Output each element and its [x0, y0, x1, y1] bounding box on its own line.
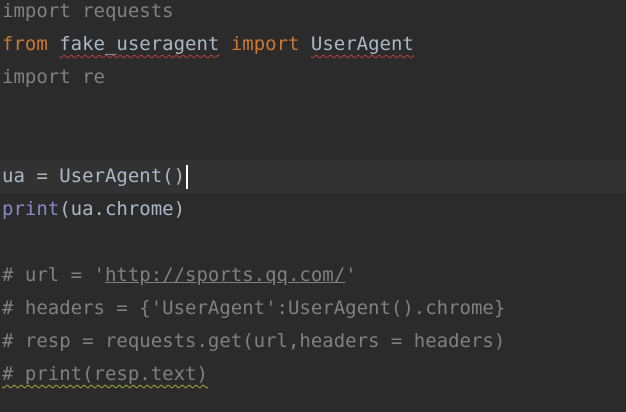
comment-text: # headers = {'UserAgent':UserAgent().chr…: [2, 297, 506, 319]
code-line-6[interactable]: # url = 'http://sports.qq.com/': [0, 259, 626, 292]
keyword-from: from: [2, 33, 48, 55]
code-line-4[interactable]: ua = UserAgent(): [0, 160, 626, 193]
comment-url-link[interactable]: http://sports.qq.com/: [105, 264, 345, 286]
comment-text: # resp = requests.get(url,headers = head…: [2, 330, 506, 352]
call-arguments: (ua.chrome): [59, 198, 186, 220]
code-line-3[interactable]: import re: [0, 61, 626, 94]
code-statement: ua = UserAgent(): [2, 165, 186, 187]
imported-name: UserAgent: [310, 33, 414, 55]
code-editor[interactable]: import requests from fake_useragent impo…: [0, 0, 626, 412]
code-line-8[interactable]: # resp = requests.get(url,headers = head…: [0, 325, 626, 358]
code-line-9[interactable]: # print(resp.text): [0, 358, 626, 391]
comment-suffix: ': [345, 264, 357, 286]
comment-text: # print(resp.text): [2, 363, 208, 385]
keyword-import: import: [2, 66, 71, 88]
code-line-5[interactable]: print(ua.chrome): [0, 193, 626, 226]
keyword-import: import: [230, 33, 300, 55]
text-caret: [186, 164, 189, 189]
code-line-1[interactable]: import requests: [0, 0, 626, 28]
code-line-2[interactable]: from fake_useragent import UserAgent: [0, 28, 626, 61]
builtin-print: print: [2, 198, 60, 220]
code-line-7[interactable]: # headers = {'UserAgent':UserAgent().chr…: [0, 292, 626, 325]
module-name: requests: [70, 0, 174, 22]
keyword-import: import: [2, 0, 71, 22]
module-name: fake_useragent: [59, 33, 220, 55]
module-name: re: [70, 66, 105, 88]
comment-prefix: # url = ': [2, 264, 105, 286]
